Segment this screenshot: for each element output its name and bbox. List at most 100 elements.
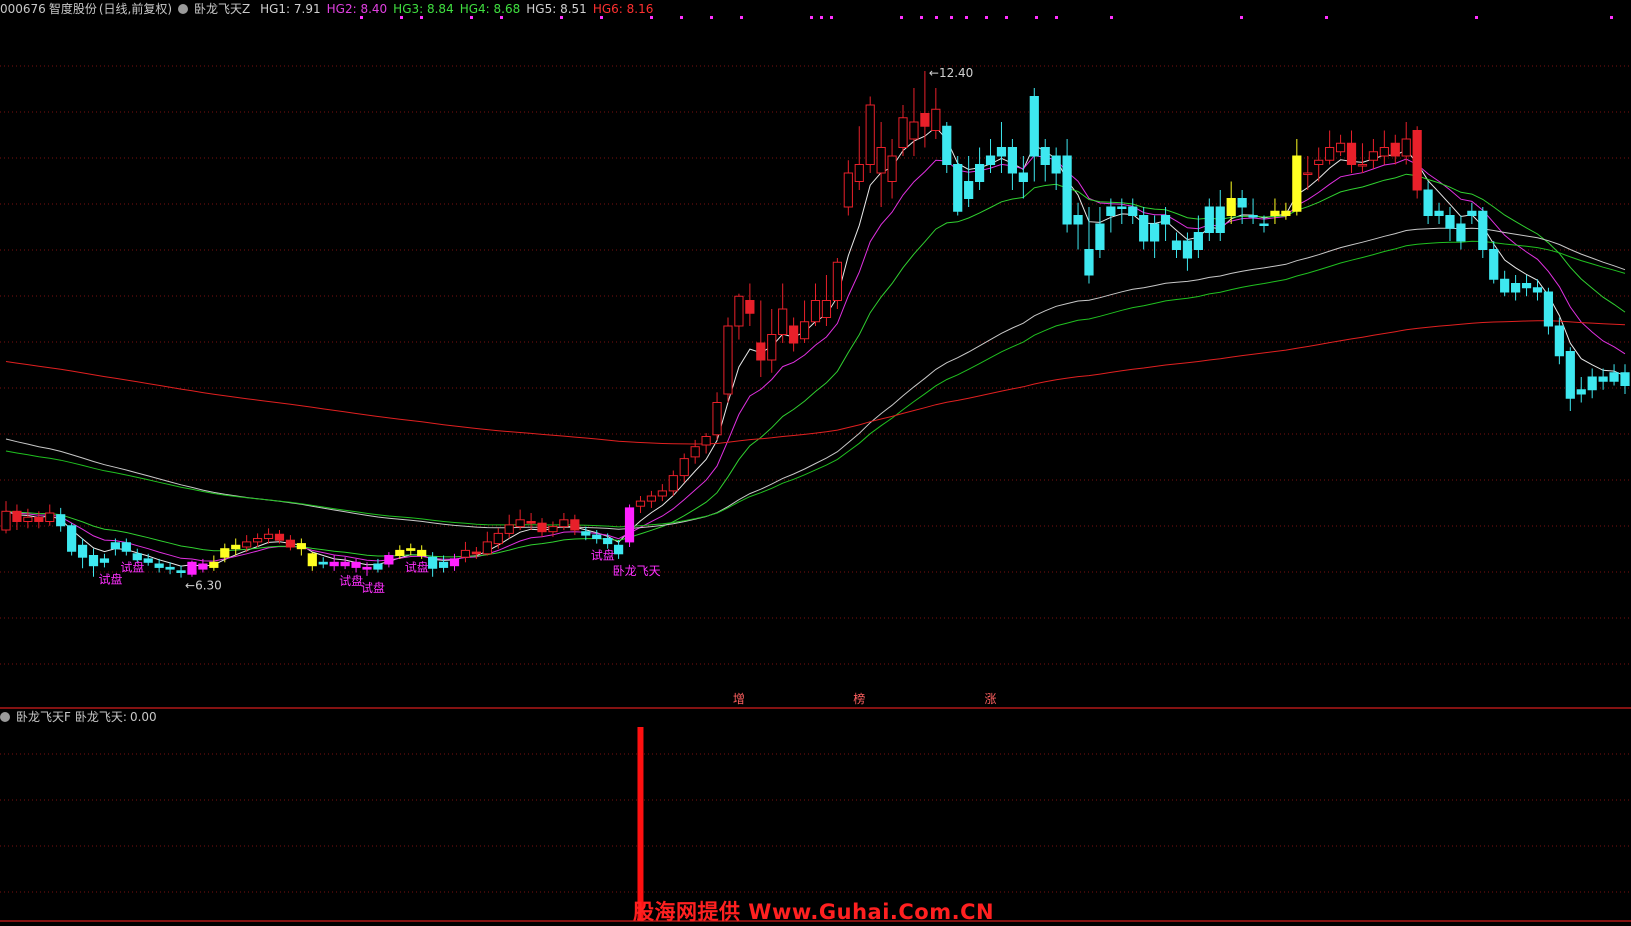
top-header: 000676 智度股份 (日线,前复权) 卧龙飞天Z HG1: 7.91 HG2: 8.… [0, 2, 665, 16]
candle-body [482, 541, 492, 555]
candle-body [701, 436, 711, 446]
candle-body [1314, 159, 1324, 165]
hg-value-2: HG2: 8.40 [326, 2, 388, 16]
candle-body [898, 117, 908, 148]
candle-body [1062, 155, 1072, 225]
candle-body [537, 522, 547, 533]
top-marker-dot [830, 16, 833, 19]
candle-body [1150, 223, 1160, 242]
sub-indicator-settings-icon[interactable] [0, 712, 10, 722]
top-marker-dot [1325, 16, 1328, 19]
kline-chart[interactable]: ←12.40←6.30试盘试盘试盘试盘试盘试盘卧龙飞天增榜涨 [0, 0, 1631, 925]
candle-body [438, 561, 449, 568]
candle-body [1325, 147, 1335, 161]
candle-body [1292, 155, 1302, 212]
candle-body [1401, 138, 1411, 157]
hg-value-3: HG3: 8.84 [393, 2, 454, 16]
stock-name: 智度股份 [48, 2, 97, 16]
candle-body [745, 300, 755, 314]
candle-body [1412, 130, 1422, 191]
candle-body [110, 542, 120, 550]
top-marker-dot [740, 16, 743, 19]
signal-label: 试盘 [339, 573, 363, 588]
top-marker-dot [920, 16, 923, 19]
candle-body [1051, 155, 1061, 174]
candle-body [723, 325, 733, 395]
candle-body [679, 458, 689, 477]
top-marker-dot [1240, 16, 1243, 19]
bottom-marker-label: 涨 [985, 691, 997, 706]
candle-body [635, 500, 646, 507]
candle-body [854, 164, 864, 182]
candle-body [985, 155, 996, 165]
top-marker-dot [985, 16, 988, 19]
candle-body [471, 551, 481, 555]
candle-body [1270, 210, 1280, 216]
candle-body [1379, 147, 1389, 157]
candle-body [1357, 164, 1368, 167]
candle-body [1445, 215, 1455, 229]
candle-body [920, 113, 930, 127]
sub-indicator-label: 卧龙飞天: [74, 710, 127, 724]
candle-body [318, 561, 328, 565]
candle-body [865, 104, 875, 165]
candle-body [263, 533, 274, 539]
candle-body [810, 300, 821, 323]
ma-line-white [5, 126, 1626, 567]
signal-label: 卧龙飞天 [613, 564, 661, 578]
candle-body [832, 261, 842, 301]
watermark: 股海网提供 Www.Guhai.Com.CN [633, 900, 995, 924]
candle-body [1193, 232, 1203, 250]
candle-body [1489, 249, 1499, 280]
hg-values: HG1: 7.91 HG2: 8.40 HG3: 8.84 HG4: 8.68 HG5:… [260, 2, 659, 16]
low-price-label: ←6.30 [185, 579, 222, 593]
candle-body [1620, 372, 1630, 386]
signal-label: 试盘 [120, 560, 144, 575]
candle-body [449, 558, 460, 567]
indicator-settings-icon[interactable] [178, 4, 189, 14]
candle-body [384, 555, 394, 565]
candle-body [624, 507, 635, 543]
candle-body [526, 521, 536, 524]
candle-body [187, 561, 197, 575]
candle-body [1106, 206, 1116, 216]
hg-value-6: HG6: 8.16 [592, 2, 654, 16]
candle-body [603, 538, 613, 545]
candle-body [1423, 189, 1433, 216]
candle-body [1248, 215, 1258, 218]
candle-body [581, 531, 591, 536]
bottom-marker-label: 榜 [853, 691, 865, 706]
candle-body [1171, 240, 1182, 250]
top-marker-dot [710, 16, 713, 19]
candle-body [296, 543, 306, 550]
candle-body [559, 519, 569, 528]
candle-body [1160, 215, 1171, 225]
candle-body [734, 295, 744, 327]
candle-body [1467, 210, 1477, 216]
candle-body [1215, 206, 1225, 233]
top-marker-dot [1035, 16, 1038, 19]
signal-label: 试盘 [405, 560, 429, 575]
candle-body [1554, 325, 1564, 357]
candle-body [242, 541, 252, 548]
candle-body [351, 561, 361, 568]
stock-code: 000676 [0, 2, 46, 16]
candle-body [1084, 249, 1094, 276]
high-price-label: ←12.40 [929, 66, 973, 80]
candle-body [1073, 215, 1083, 225]
top-marker-dot [810, 16, 813, 19]
candle-body [1, 510, 11, 531]
candle-body [373, 563, 383, 570]
hg-value-1: HG1: 7.91 [260, 2, 321, 16]
top-marker-dot [1110, 16, 1113, 19]
candle-body [406, 548, 416, 551]
candle-body [570, 519, 580, 531]
top-marker-dot [650, 16, 653, 19]
candle-body [887, 155, 897, 182]
candle-body [56, 514, 66, 527]
candle-body [504, 524, 514, 534]
bottom-marker-label: 增 [733, 692, 745, 706]
candle-body [1018, 172, 1028, 182]
signal-label: 试盘 [591, 548, 615, 563]
top-marker-dot [950, 16, 953, 19]
